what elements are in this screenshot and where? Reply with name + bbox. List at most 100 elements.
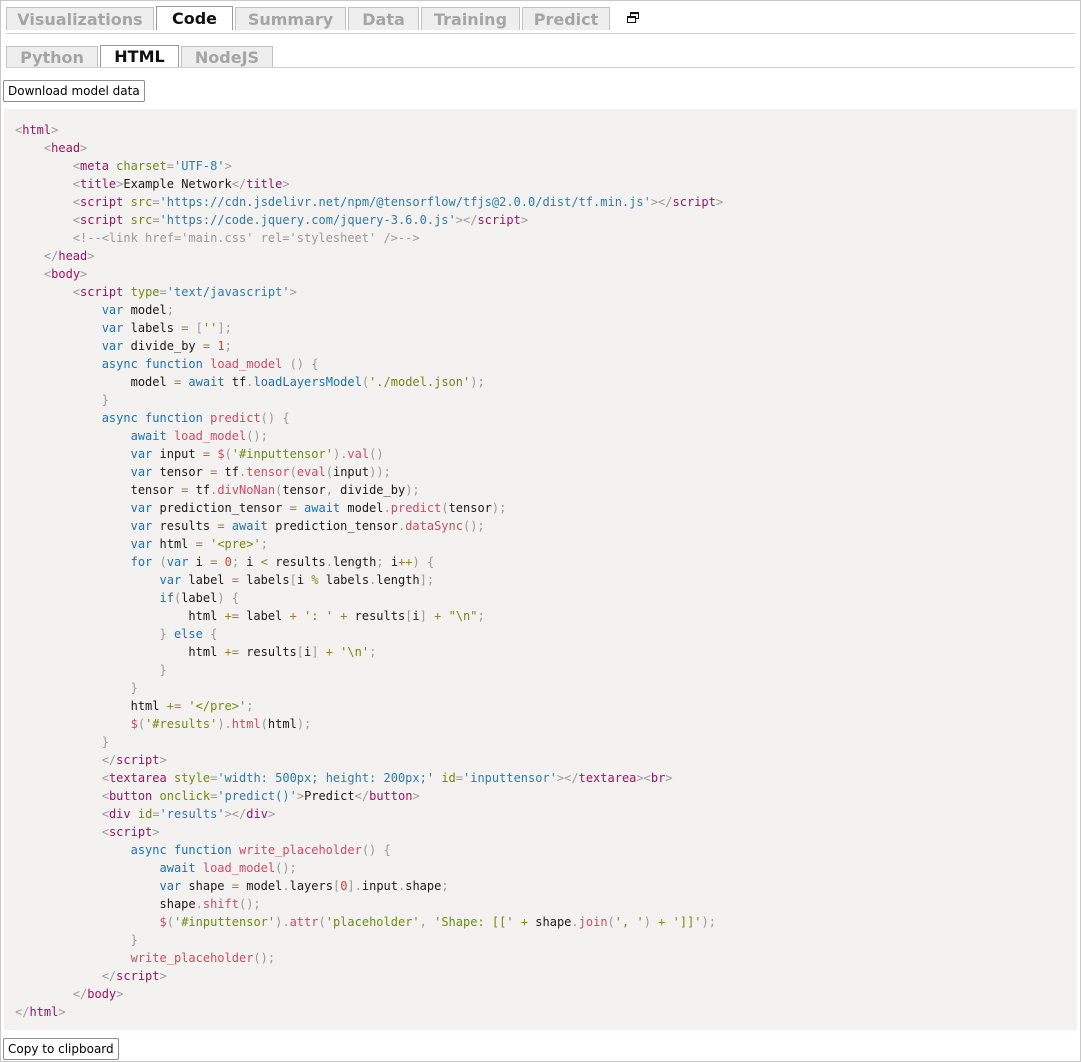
tab-summary[interactable]: Summary bbox=[235, 7, 346, 30]
code-token: script bbox=[116, 969, 160, 983]
code-token: ></ bbox=[224, 807, 247, 821]
code-token: += bbox=[224, 609, 239, 623]
code-token: >< bbox=[636, 771, 651, 785]
popout-icon[interactable] bbox=[627, 12, 640, 24]
code-token: </ bbox=[231, 177, 247, 191]
code-token: + bbox=[520, 915, 529, 929]
code-token: tensor bbox=[448, 501, 492, 515]
code-token: i bbox=[188, 555, 211, 569]
code-line: </head> bbox=[15, 247, 1077, 265]
code-token: ); bbox=[470, 375, 485, 389]
code-token: , bbox=[419, 915, 435, 929]
code-token: src bbox=[130, 195, 153, 209]
code-line: $('#results').html(html); bbox=[15, 715, 1077, 733]
code-token: var bbox=[166, 555, 189, 569]
code-token: ); bbox=[296, 717, 312, 731]
code-line: <div id='results'></div> bbox=[15, 805, 1077, 823]
code-token: i bbox=[412, 609, 420, 623]
code-token: < bbox=[101, 807, 109, 821]
code-token: } bbox=[159, 663, 167, 677]
code-token: '#results' bbox=[145, 717, 218, 731]
code-token: . bbox=[195, 897, 203, 911]
code-token: = bbox=[289, 501, 297, 515]
code-line: } bbox=[15, 391, 1077, 409]
code-token: = bbox=[159, 285, 167, 299]
download-model-button[interactable]: Download model data bbox=[3, 80, 145, 102]
tab-data[interactable]: Data bbox=[348, 7, 419, 30]
code-token: results bbox=[347, 609, 406, 623]
tab-html[interactable]: HTML bbox=[100, 45, 179, 67]
code-token: html bbox=[15, 609, 225, 623]
code-token: . bbox=[282, 879, 290, 893]
code-token: '\n' bbox=[340, 645, 370, 659]
code-token: = bbox=[195, 537, 203, 551]
code-token: var bbox=[159, 879, 182, 893]
tab-code[interactable]: Code bbox=[156, 6, 233, 30]
code-token: ]; bbox=[217, 321, 232, 335]
tab-training[interactable]: Training bbox=[421, 7, 520, 30]
code-token: button bbox=[369, 789, 413, 803]
code-token: ( bbox=[607, 915, 615, 929]
code-line: } bbox=[15, 661, 1077, 679]
code-token: id bbox=[441, 771, 456, 785]
code-line: var labels = ['']; bbox=[15, 319, 1077, 337]
code-line: async function load_model () { bbox=[15, 355, 1077, 373]
code-token: divide_by bbox=[332, 483, 406, 497]
code-token: </ bbox=[101, 969, 117, 983]
tab-predict[interactable]: Predict bbox=[522, 7, 610, 30]
code-token: label bbox=[181, 573, 232, 587]
code-token: ; bbox=[477, 609, 485, 623]
code-token: predict bbox=[390, 501, 442, 515]
copy-to-clipboard-button[interactable]: Copy to clipboard bbox=[3, 1038, 119, 1060]
code-token: ; bbox=[441, 879, 449, 893]
code-token: )); bbox=[369, 465, 391, 479]
code-token: results bbox=[152, 519, 218, 533]
code-line: var results = await prediction_tensor.da… bbox=[15, 517, 1077, 535]
code-line: tensor = tf.divNoNan(tensor, divide_by); bbox=[15, 481, 1077, 499]
tab-python[interactable]: Python bbox=[6, 46, 98, 67]
code-token: async function bbox=[101, 357, 203, 371]
code-line: <script type='text/javascript'> bbox=[15, 283, 1077, 301]
code-line: shape.shift(); bbox=[15, 895, 1077, 913]
code-token: input bbox=[152, 447, 203, 461]
code-token: > bbox=[665, 771, 673, 785]
code-token: html bbox=[15, 645, 225, 659]
code-token: (); bbox=[462, 519, 485, 533]
code-token: for bbox=[130, 555, 153, 569]
code-token: ); bbox=[701, 915, 716, 929]
code-token: > bbox=[289, 285, 297, 299]
code-token: button bbox=[108, 789, 153, 803]
code-token: > bbox=[267, 807, 276, 821]
code-token: . bbox=[325, 555, 334, 569]
code-line: html += results[i] + '\n'; bbox=[15, 643, 1077, 661]
subtabs-divider bbox=[6, 67, 1075, 68]
code-line: <title>Example Network</title> bbox=[15, 175, 1077, 193]
code-token: tf bbox=[224, 375, 247, 389]
code-token: model bbox=[123, 303, 167, 317]
tab-visualizations[interactable]: Visualizations bbox=[6, 7, 154, 30]
code-token: layers bbox=[289, 879, 333, 893]
code-token: } bbox=[101, 735, 109, 749]
tab-nodejs[interactable]: NodeJS bbox=[181, 46, 273, 67]
code-token: > bbox=[159, 753, 167, 767]
code-line: </html> bbox=[15, 1003, 1077, 1021]
code-token: ). bbox=[275, 915, 290, 929]
code-line: <head> bbox=[15, 139, 1077, 157]
